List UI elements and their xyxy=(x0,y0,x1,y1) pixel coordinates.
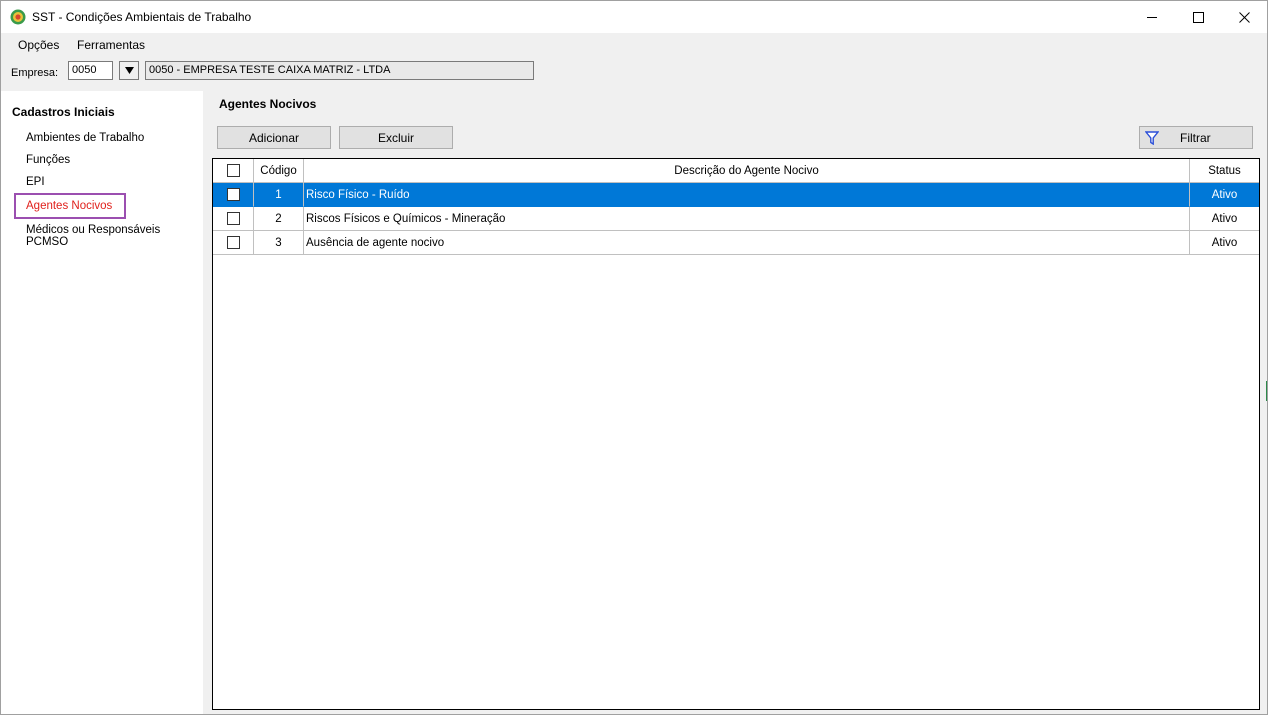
row-status: Ativo xyxy=(1190,183,1259,207)
sidebar-item-funcoes[interactable]: Funções xyxy=(26,154,70,166)
row-codigo: 3 xyxy=(254,231,304,255)
select-all-checkbox[interactable] xyxy=(226,164,240,177)
row-status: Ativo xyxy=(1190,207,1259,231)
row-checkbox[interactable] xyxy=(226,188,240,201)
maximize-button[interactable] xyxy=(1175,1,1221,33)
row-checkbox[interactable] xyxy=(226,236,240,249)
row-status: Ativo xyxy=(1190,231,1259,255)
header-codigo[interactable]: Código xyxy=(254,159,304,183)
sidebar: Cadastros Iniciais Ambientes de Trabalho… xyxy=(1,91,203,714)
empresa-code-input[interactable]: 0050 xyxy=(68,61,113,80)
row-checkbox-cell xyxy=(213,183,254,207)
table-row[interactable]: 3 Ausência de agente nocivo Ativo xyxy=(213,231,1259,255)
sidebar-item-ambientes[interactable]: Ambientes de Trabalho xyxy=(26,132,144,144)
row-codigo: 2 xyxy=(254,207,304,231)
row-checkbox-cell xyxy=(213,231,254,255)
row-descricao: Riscos Físicos e Químicos - Mineração xyxy=(304,207,1190,231)
menu-opcoes[interactable]: Opções xyxy=(18,38,59,52)
menu-bar: Opções Ferramentas xyxy=(1,33,1267,57)
filter-button-label: Filtrar xyxy=(1180,130,1211,145)
sidebar-item-agentes-nocivos[interactable]: Agentes Nocivos xyxy=(26,200,112,212)
header-select-all xyxy=(213,159,254,183)
agents-table: Código Descrição do Agente Nocivo Status… xyxy=(212,158,1260,710)
delete-button[interactable]: Excluir xyxy=(339,126,453,149)
close-button[interactable] xyxy=(1221,1,1267,33)
minimize-icon xyxy=(1146,16,1157,18)
add-button[interactable]: Adicionar xyxy=(217,126,331,149)
table-row[interactable]: 2 Riscos Físicos e Químicos - Mineração … xyxy=(213,207,1259,231)
window-title: SST - Condições Ambientais de Trabalho xyxy=(32,10,252,24)
menu-ferramentas[interactable]: Ferramentas xyxy=(77,38,145,52)
title-bar: SST - Condições Ambientais de Trabalho xyxy=(1,1,1267,33)
app-logo-icon xyxy=(10,9,26,25)
filter-icon xyxy=(1145,130,1159,145)
row-descricao: Ausência de agente nocivo xyxy=(304,231,1190,255)
row-codigo: 1 xyxy=(254,183,304,207)
app-window: SST - Condições Ambientais de Trabalho O… xyxy=(0,0,1268,715)
table-header: Código Descrição do Agente Nocivo Status xyxy=(213,159,1259,183)
filter-button[interactable]: Filtrar xyxy=(1139,126,1253,149)
close-icon xyxy=(1238,11,1250,23)
minimize-button[interactable] xyxy=(1129,1,1175,33)
header-descricao[interactable]: Descrição do Agente Nocivo xyxy=(304,159,1190,183)
sidebar-title: Cadastros Iniciais xyxy=(12,105,115,119)
empresa-dropdown-button[interactable] xyxy=(119,61,139,80)
header-status[interactable]: Status xyxy=(1190,159,1259,183)
sidebar-item-medicos[interactable]: Médicos ou Responsáveis PCMSO xyxy=(26,224,203,248)
chevron-down-icon xyxy=(124,67,134,74)
maximize-icon xyxy=(1192,11,1204,23)
row-descricao: Risco Físico - Ruído xyxy=(304,183,1190,207)
row-checkbox-cell xyxy=(213,207,254,231)
page-title: Agentes Nocivos xyxy=(219,97,317,111)
empresa-name-field: 0050 - EMPRESA TESTE CAIXA MATRIZ - LTDA xyxy=(145,61,534,80)
row-checkbox[interactable] xyxy=(226,212,240,225)
empresa-label: Empresa: xyxy=(11,67,59,79)
table-row[interactable]: 1 Risco Físico - Ruído Ativo xyxy=(213,183,1259,207)
sidebar-item-epi[interactable]: EPI xyxy=(26,176,45,188)
